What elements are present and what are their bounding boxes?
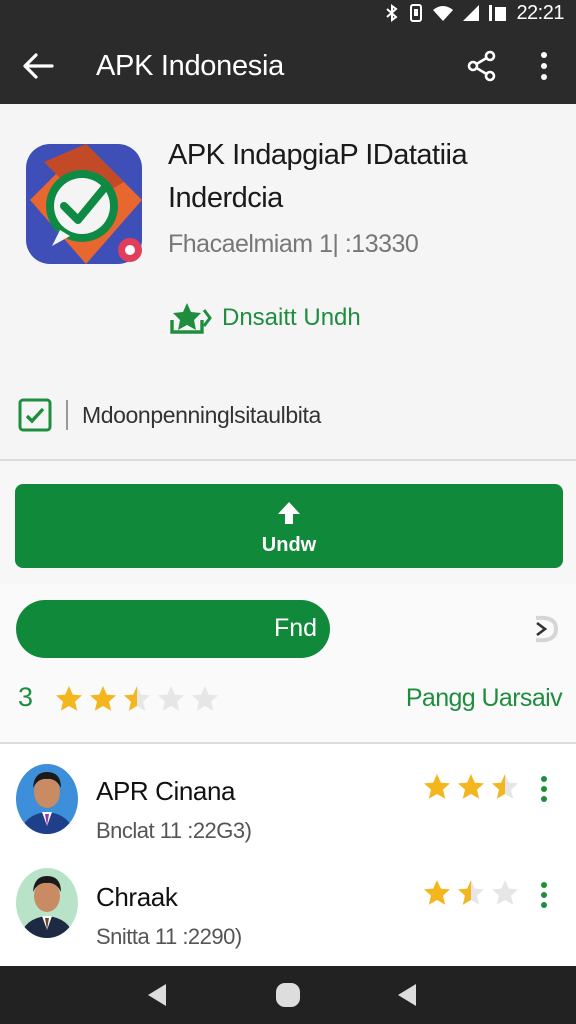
rating-stars <box>54 684 220 714</box>
nav-home-icon[interactable] <box>273 980 303 1010</box>
rating-row: 3 Pangg Uarsaiv <box>18 682 564 718</box>
app-name: APK IndapgiaP IDatatiia Inderdcia <box>168 134 568 220</box>
download-label: Undw <box>261 534 317 556</box>
avatar <box>16 868 78 938</box>
star-icon <box>192 686 218 711</box>
star-icon <box>492 774 518 799</box>
download-button[interactable]: Undw <box>15 484 563 568</box>
review-author: APR Cinana <box>96 776 236 806</box>
back-arrow-icon[interactable] <box>20 48 56 84</box>
system-nav-bar <box>0 966 576 1024</box>
review-meta: Bnclat 11 :22G3) <box>96 818 252 843</box>
find-button[interactable]: Fnd <box>16 600 330 658</box>
wifi-icon <box>433 6 454 21</box>
review-stars <box>422 772 520 802</box>
permissions-row[interactable]: Mdoonpenninglsitaulbita <box>18 398 321 432</box>
star-icon <box>56 686 82 711</box>
star-icon <box>458 774 484 799</box>
signal-icon <box>463 5 480 21</box>
review-stars <box>422 878 520 908</box>
reviews-list: APR Cinana Bnclat 11 :22G3) Chraak Snitt… <box>0 744 576 966</box>
chevron-right-icon[interactable] <box>526 612 560 646</box>
checkbox-icon[interactable] <box>18 398 52 432</box>
rating-value: 3 <box>18 682 34 712</box>
review-item[interactable]: Chraak Snitta 11 :2290) <box>0 868 576 972</box>
action-section: Fnd 3 Pangg Uarsaiv <box>0 584 576 744</box>
star-icon <box>424 774 450 799</box>
status-icons: 22:21 <box>384 2 564 24</box>
star-icon <box>458 880 484 905</box>
avatar <box>16 764 78 834</box>
nav-back-icon[interactable] <box>142 980 172 1010</box>
find-label: Fnd <box>274 614 318 642</box>
star-icon <box>124 686 150 711</box>
share-icon[interactable] <box>464 48 500 84</box>
app-bar: APK Indonesia <box>0 26 576 104</box>
app-bar-title: APK Indonesia <box>96 50 284 82</box>
battery-icon <box>489 5 507 21</box>
install-label: Dnsaitt Undh <box>222 304 361 331</box>
app-header-card: APK IndapgiaP IDatatiia Inderdcia Fhacae… <box>0 104 576 460</box>
install-star-icon <box>170 303 212 334</box>
divider <box>66 400 68 430</box>
review-item[interactable]: APR Cinana Bnclat 11 :22G3) <box>0 764 576 868</box>
review-meta: Snitta 11 :2290) <box>96 924 242 949</box>
review-author: Chraak <box>96 882 178 912</box>
install-link[interactable]: Dnsaitt Undh <box>168 300 361 336</box>
nav-recent-icon[interactable] <box>392 980 422 1010</box>
app-name-line1: APK IndapgiaP IDatatiia <box>168 139 468 171</box>
vibrate-icon <box>410 4 423 22</box>
divider <box>0 459 576 461</box>
more-vert-icon[interactable] <box>534 774 554 804</box>
more-vert-icon[interactable] <box>534 880 554 910</box>
upload-arrow-icon <box>278 502 300 524</box>
star-icon <box>90 686 116 711</box>
more-vert-icon[interactable] <box>528 48 560 84</box>
star-icon <box>424 880 450 905</box>
app-meta: Fhacaelmiam 1| :13330 <box>168 230 419 258</box>
status-time: 22:21 <box>516 1 564 24</box>
status-bar: 22:21 <box>0 0 576 26</box>
permissions-label: Mdoonpenninglsitaulbita <box>82 401 321 428</box>
app-logo-icon <box>26 144 142 264</box>
rating-link[interactable]: Pangg Uarsaiv <box>406 684 563 713</box>
bluetooth-icon <box>386 4 399 22</box>
star-icon <box>492 880 518 905</box>
app-name-line2: Inderdcia <box>168 182 283 214</box>
star-icon <box>158 686 184 711</box>
